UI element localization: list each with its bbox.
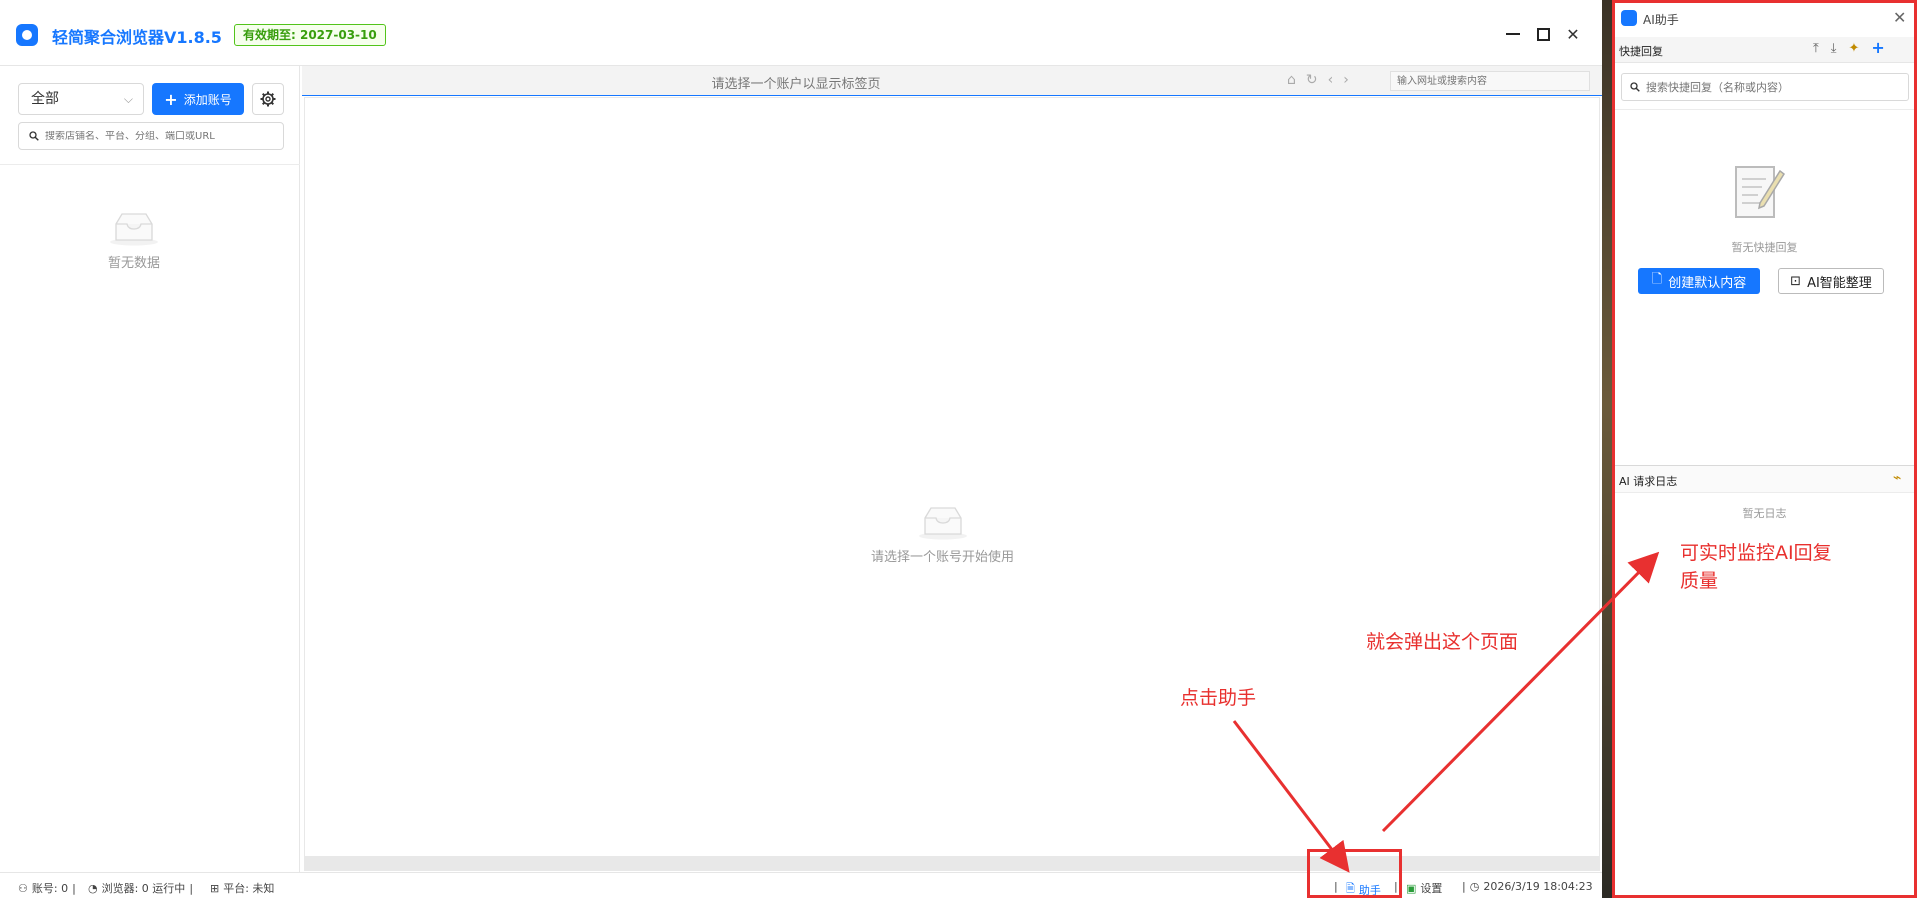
quick-reply-empty-text: 暂无快捷回复 xyxy=(1731,241,1798,254)
tab-bar: 请选择一个账户以显示标签页 ⌂ ↻ ‹ › xyxy=(302,66,1602,96)
annotation-monitor-line2: 质量 xyxy=(1680,570,1719,592)
quick-reply-header: 快捷回复 ⤒ ⤓ ✦ + xyxy=(1615,37,1914,63)
home-icon[interactable]: ⌂ xyxy=(1287,72,1296,88)
main-window: 轻简聚合浏览器V1.8.5 有效期至: 2027-03-10 ✕ 全部 ⌵ + … xyxy=(0,0,1602,898)
empty-notepad-icon xyxy=(1735,166,1786,218)
app-title: 轻简聚合浏览器V1.8.5 xyxy=(52,28,222,47)
download-icon[interactable]: ⤓ xyxy=(1831,41,1837,56)
horizontal-scrollbar[interactable] xyxy=(304,857,1600,871)
group-filter-value: 全部 xyxy=(31,91,59,107)
user-icon: ⚇ xyxy=(18,881,28,895)
maximize-icon xyxy=(1536,27,1550,41)
ai-log-header: AI 请求日志 ⌁ xyxy=(1615,465,1914,493)
back-icon[interactable]: ‹ xyxy=(1328,72,1334,88)
plus-icon: + xyxy=(164,89,178,109)
status-platform: ⊞ 平台: 未知 xyxy=(210,880,274,896)
magic-wand-icon[interactable]: ✦ xyxy=(1849,41,1860,56)
annotation-monitor-line1: 可实时监控AI回复 xyxy=(1680,542,1832,564)
account-search-field[interactable] xyxy=(18,122,284,150)
page-viewport: 请选择一个账号开始使用 xyxy=(304,97,1600,857)
url-input[interactable] xyxy=(1390,71,1590,91)
ai-panel-close-icon[interactable]: ✕ xyxy=(1893,8,1906,27)
ai-panel-title: AI助手 xyxy=(1643,13,1679,27)
tab-bar-hint: 请选择一个账户以显示标签页 xyxy=(711,77,881,92)
gear-icon xyxy=(260,91,276,107)
minimize-icon xyxy=(1506,33,1520,35)
browser-content: 请选择一个账户以显示标签页 ⌂ ↻ ‹ › 请选择一个账号开始使用 xyxy=(302,66,1602,872)
settings-icon: ▣ xyxy=(1406,881,1417,895)
app-logo-icon xyxy=(16,24,38,46)
account-search-input[interactable] xyxy=(45,130,275,142)
status-accounts: ⚇ 账号: 0 | xyxy=(18,880,76,896)
add-account-button[interactable]: + 添加账号 xyxy=(152,83,244,115)
browser-icon: ◔ xyxy=(88,881,98,895)
ai-organize-label: AI智能整理 xyxy=(1807,275,1872,291)
nav-controls: ⌂ ↻ ‹ › xyxy=(1287,72,1349,88)
content-empty-state: 请选择一个账号开始使用 xyxy=(871,504,1014,565)
clock-icon: ◷ xyxy=(1469,880,1480,893)
status-accounts-text: 账号: 0 xyxy=(31,882,69,895)
annotation-click-assistant: 点击助手 xyxy=(1180,687,1257,709)
search-icon xyxy=(1630,82,1640,92)
robot-icon: ⊡ xyxy=(1790,273,1802,289)
status-datetime: | ◷ 2026/3/19 18:04:23 xyxy=(1462,880,1593,893)
content-empty-text: 请选择一个账号开始使用 xyxy=(871,550,1015,565)
quick-reply-actions: ⤒ ⤓ ✦ + xyxy=(1813,40,1885,57)
quick-reply-title: 快捷回复 xyxy=(1619,45,1663,58)
annotation-highlight-box xyxy=(1307,849,1402,898)
status-platform-text: 平台: 未知 xyxy=(223,882,275,895)
ai-panel-title-bar: AI助手 ✕ xyxy=(1615,3,1914,33)
title-bar: 轻简聚合浏览器V1.8.5 有效期至: 2027-03-10 ✕ xyxy=(0,0,1602,66)
ai-log-title: AI 请求日志 xyxy=(1619,475,1678,488)
forward-icon[interactable]: › xyxy=(1343,72,1349,88)
sidebar: 全部 ⌵ + 添加账号 搜索店铺名、平台、分组、端口或URL 暂无数据 xyxy=(0,66,300,872)
close-button[interactable]: ✕ xyxy=(1560,22,1586,46)
add-quick-reply-icon[interactable]: + xyxy=(1871,40,1884,56)
quick-reply-divider xyxy=(1615,109,1914,110)
ai-organize-button[interactable]: ⊡ AI智能整理 xyxy=(1778,268,1884,294)
quick-reply-search-field[interactable] xyxy=(1621,73,1909,101)
ai-assistant-panel: AI助手 ✕ 快捷回复 ⤒ ⤓ ✦ + 暂无快捷回复 🗋 创建默认内容 ⊡ A xyxy=(1612,0,1917,898)
ai-log-empty-text: 暂无日志 xyxy=(1742,507,1787,520)
settings-button[interactable]: ▣ 设置 xyxy=(1406,880,1442,896)
broom-icon[interactable]: ⌁ xyxy=(1893,470,1901,486)
annotation-popup-page: 就会弹出这个页面 xyxy=(1366,631,1519,653)
status-separator: | xyxy=(72,881,76,895)
status-browsers-text: 浏览器: 0 运行中 xyxy=(101,882,186,895)
sidebar-empty-text: 暂无数据 xyxy=(108,256,161,271)
refresh-icon[interactable]: ↻ xyxy=(1306,72,1318,88)
chevron-down-icon: ⌵ xyxy=(123,92,133,106)
sidebar-settings-button[interactable] xyxy=(252,83,284,115)
expiry-badge: 有效期至: 2027-03-10 xyxy=(234,24,386,46)
status-datetime-text: 2026/3/19 18:04:23 xyxy=(1483,880,1593,893)
sidebar-divider xyxy=(0,164,300,165)
ai-logo-icon xyxy=(1621,10,1637,26)
empty-inbox-icon xyxy=(110,213,158,246)
create-default-content-button[interactable]: 🗋 创建默认内容 xyxy=(1638,268,1760,294)
minimize-button[interactable] xyxy=(1500,22,1526,46)
create-default-label: 创建默认内容 xyxy=(1668,275,1747,291)
quick-reply-search-input[interactable] xyxy=(1646,80,1896,94)
add-account-label: 添加账号 xyxy=(183,92,232,107)
group-filter-select[interactable]: 全部 ⌵ xyxy=(18,83,144,115)
status-separator: | xyxy=(189,881,194,895)
maximize-button[interactable] xyxy=(1530,22,1556,46)
upload-icon[interactable]: ⤒ xyxy=(1813,41,1819,56)
document-icon: 🗋 xyxy=(1651,272,1663,287)
grid-icon: ⊞ xyxy=(210,881,220,895)
status-browsers: ◔ 浏览器: 0 运行中 | xyxy=(88,880,193,896)
sidebar-empty-state: 暂无数据 xyxy=(108,210,160,271)
settings-label: 设置 xyxy=(1420,882,1443,895)
search-icon xyxy=(29,131,39,141)
empty-inbox-icon xyxy=(918,507,967,540)
close-icon: ✕ xyxy=(1566,24,1580,44)
